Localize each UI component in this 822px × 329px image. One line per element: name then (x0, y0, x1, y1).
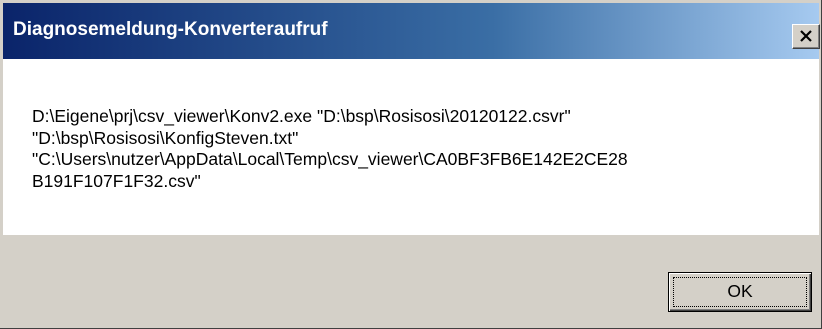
close-button[interactable] (792, 24, 820, 49)
title-bar[interactable]: Diagnosemeldung-Konverteraufruf (3, 3, 820, 59)
message-dialog: Diagnosemeldung-Konverteraufruf D:\Eigen… (0, 0, 822, 329)
message-line: B191F107F1F32.csv" (32, 170, 201, 191)
message-line: "D:\bsp\Rosisosi\KonfigSteven.txt" (32, 127, 299, 148)
ok-button-label: OK (727, 281, 753, 301)
window-title: Diagnosemeldung-Konverteraufruf (13, 19, 328, 40)
button-area: OK (3, 235, 819, 326)
message-line: D:\Eigene\prj\csv_viewer\Konv2.exe "D:\b… (32, 106, 571, 126)
message-area: D:\Eigene\prj\csv_viewer\Konv2.exe "D:\b… (3, 59, 819, 235)
ok-button[interactable]: OK (668, 272, 812, 312)
message-line: "C:\Users\nutzer\AppData\Local\Temp\csv_… (32, 149, 628, 169)
close-icon (800, 30, 812, 42)
message-text: D:\Eigene\prj\csv_viewer\Konv2.exe "D:\b… (32, 106, 802, 192)
